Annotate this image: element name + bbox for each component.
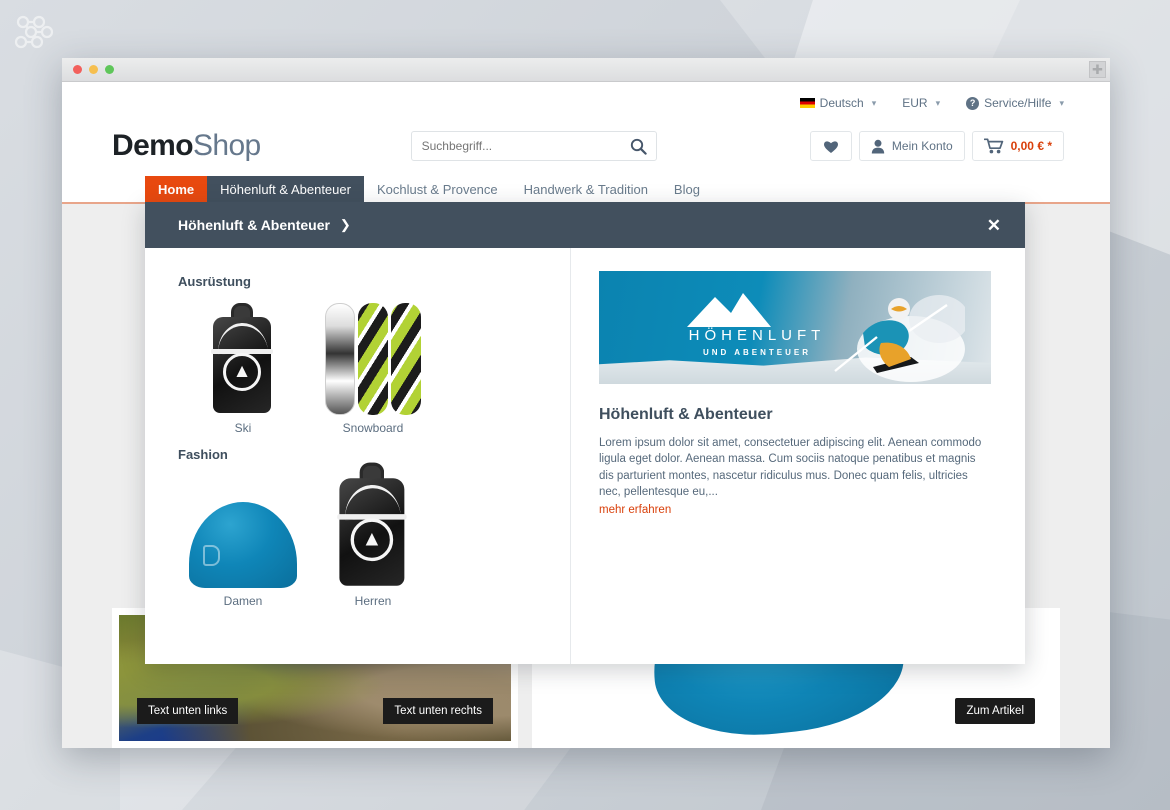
search-box[interactable] [410, 131, 657, 161]
nav-item-handwerk-tradition[interactable]: Handwerk & Tradition [511, 176, 661, 202]
category-item-herren[interactable]: ▲ Herren [308, 462, 438, 608]
shop-logo[interactable]: DemoShop [112, 129, 261, 163]
category-item-snowboard[interactable]: Snowboard [308, 297, 438, 435]
category-label-ski: Ski [234, 421, 252, 435]
flyout-categories-column: Ausrüstung ▲ Ski Snowboard Fashion Damen… [145, 248, 570, 664]
flyout-header: Höhenluft & Abenteuer ❯ ✕ [145, 202, 1025, 248]
category-label-damen: Damen [223, 594, 263, 608]
promo-paragraph: Lorem ipsum dolor sit amet, consectetuer… [599, 437, 982, 498]
account-button[interactable]: Mein Konto [858, 131, 965, 161]
close-x-icon[interactable]: ✕ [987, 217, 1001, 234]
logo-light-part: Shop [192, 129, 261, 162]
category-flyout-panel: Höhenluft & Abenteuer ❯ ✕ Ausrüstung ▲ S… [145, 202, 1025, 664]
nav-item-kochlust-provence[interactable]: Kochlust & Provence [364, 176, 511, 202]
snowboard-pair-image [308, 297, 438, 415]
service-help-menu[interactable]: ? Service/Hilfe ▾ [966, 96, 1064, 110]
blue-beanie-image [178, 470, 308, 588]
language-selector[interactable]: Deutsch ▾ [799, 96, 877, 110]
question-circle-icon: ? [966, 96, 980, 110]
utility-topbar: Deutsch ▾ EUR ▾ ? Service/Hilfe ▾ [62, 82, 1110, 110]
skier-figure [834, 295, 965, 382]
promo-heading: Höhenluft & Abenteuer [599, 406, 773, 423]
currency-selector[interactable]: EUR ▾ [902, 96, 940, 110]
category-label-herren: Herren [354, 594, 392, 608]
category-row-ausruestung: ▲ Ski Snowboard [178, 297, 570, 435]
search-input[interactable] [411, 139, 622, 153]
zum-artikel-button[interactable]: Zum Artikel [955, 698, 1035, 724]
search-button[interactable] [622, 132, 656, 160]
nav-item-hoehenluft-abenteuer[interactable]: Höhenluft & Abenteuer [207, 176, 364, 202]
chevron-right-icon[interactable]: ❯ [340, 217, 351, 233]
cart-price: 0,00 € * [1010, 139, 1052, 153]
window-minimize-button[interactable] [89, 65, 98, 74]
wishlist-button[interactable] [809, 131, 852, 161]
category-label-snowboard: Snowboard [342, 421, 404, 435]
nodes-graph-icon [14, 15, 54, 49]
user-icon [871, 139, 885, 153]
flyout-promo-column: HÖHENLUFT UND ABENTEUER Höhenluft & Aben… [570, 248, 1025, 664]
window-close-button[interactable] [73, 65, 82, 74]
skier-on-snow-image[interactable]: HÖHENLUFT UND ABENTEUER [599, 271, 991, 384]
main-navigation: Home Höhenluft & Abenteuer Kochlust & Pr… [62, 176, 1110, 204]
nav-item-blog[interactable]: Blog [661, 176, 713, 202]
category-item-damen[interactable]: Damen [178, 470, 308, 608]
tile-tag-bottom-right[interactable]: Text unten rechts [383, 698, 493, 724]
header-main-row: DemoShop Suchbegriff... Mein Konto 0,00 … [62, 110, 1110, 176]
backpack-black-large-image: ▲ [308, 462, 438, 588]
resize-plus-icon[interactable]: ✚ [1089, 61, 1106, 78]
chevron-down-icon: ▾ [1059, 97, 1064, 108]
shopping-cart-icon [983, 138, 1003, 154]
browser-viewport: Text unten links Text unten rechts Zum A… [62, 82, 1110, 748]
category-group-title-fashion: Fashion [178, 447, 228, 462]
currency-label: EUR [902, 96, 928, 110]
account-label: Mein Konto [891, 139, 953, 153]
category-item-ski[interactable]: ▲ Ski [178, 297, 308, 435]
language-label: Deutsch [819, 96, 864, 110]
flyout-title: Höhenluft & Abenteuer [178, 217, 330, 233]
heart-icon [823, 140, 838, 153]
promo-more-link[interactable]: mehr erfahren [599, 504, 671, 516]
category-row-fashion: Damen ▲ Herren [178, 462, 570, 608]
window-maximize-button[interactable] [105, 65, 114, 74]
german-flag-icon [799, 98, 815, 108]
header-action-buttons: Mein Konto 0,00 € * [809, 131, 1064, 161]
search-icon [630, 138, 647, 155]
browser-titlebar: ✚ [62, 58, 1110, 82]
browser-window: ✚ Text unten links Text unten rechts Zum… [62, 58, 1110, 748]
chevron-down-icon: ▾ [935, 97, 941, 108]
shop-header: Deutsch ▾ EUR ▾ ? Service/Hilfe ▾ DemoSh… [62, 82, 1110, 204]
tile-tag-bottom-left[interactable]: Text unten links [137, 698, 239, 724]
category-group-title-ausruestung: Ausrüstung [178, 274, 251, 289]
chevron-down-icon: ▾ [871, 97, 877, 108]
backpack-black-image: ▲ [178, 297, 308, 415]
mountain-peaks-icon [687, 293, 771, 327]
flyout-body: Ausrüstung ▲ Ski Snowboard Fashion Damen… [145, 248, 1025, 664]
cart-button[interactable]: 0,00 € * [971, 131, 1064, 161]
nav-item-home[interactable]: Home [145, 176, 208, 202]
service-help-label: Service/Hilfe [984, 96, 1052, 110]
logo-bold-part: Demo [112, 129, 194, 162]
